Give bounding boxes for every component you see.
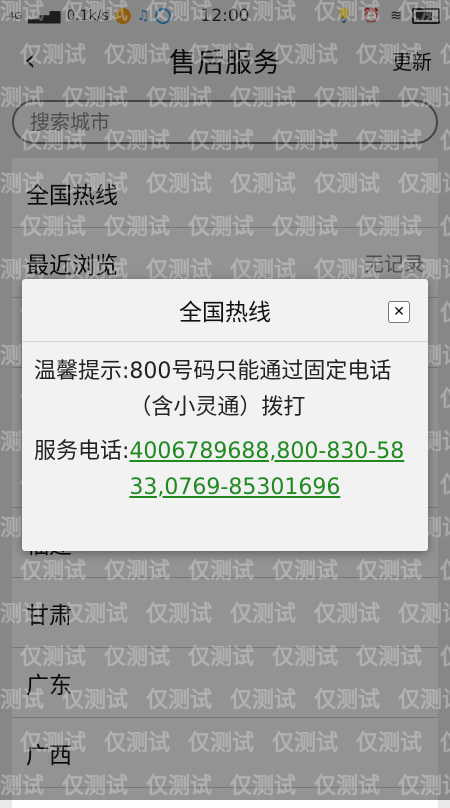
tip-line: 温馨提示: 800号码只能通过固定电话（含小灵通）拨打 <box>34 354 414 426</box>
phone-line: 服务电话: 4006789688,800-830-5833,0769-85301… <box>34 434 414 506</box>
dialog-header: 全国热线 ✕ <box>22 279 428 342</box>
close-icon[interactable]: ✕ <box>388 301 410 323</box>
dialog-title: 全国热线 <box>179 300 271 326</box>
tip-label: 温馨提示: <box>34 359 130 384</box>
phone-label: 服务电话: <box>34 439 130 464</box>
tip-text: 800号码只能通过固定电话（含小灵通）拨打 <box>129 359 392 420</box>
dialog-body: 温馨提示: 800号码只能通过固定电话（含小灵通）拨打 服务电话: 400678… <box>22 342 428 506</box>
hotline-dialog: 全国热线 ✕ 温馨提示: 800号码只能通过固定电话（含小灵通）拨打 服务电话:… <box>22 279 428 551</box>
phone-numbers-link[interactable]: 4006789688,800-830-5833,0769-85301696 <box>129 434 414 506</box>
